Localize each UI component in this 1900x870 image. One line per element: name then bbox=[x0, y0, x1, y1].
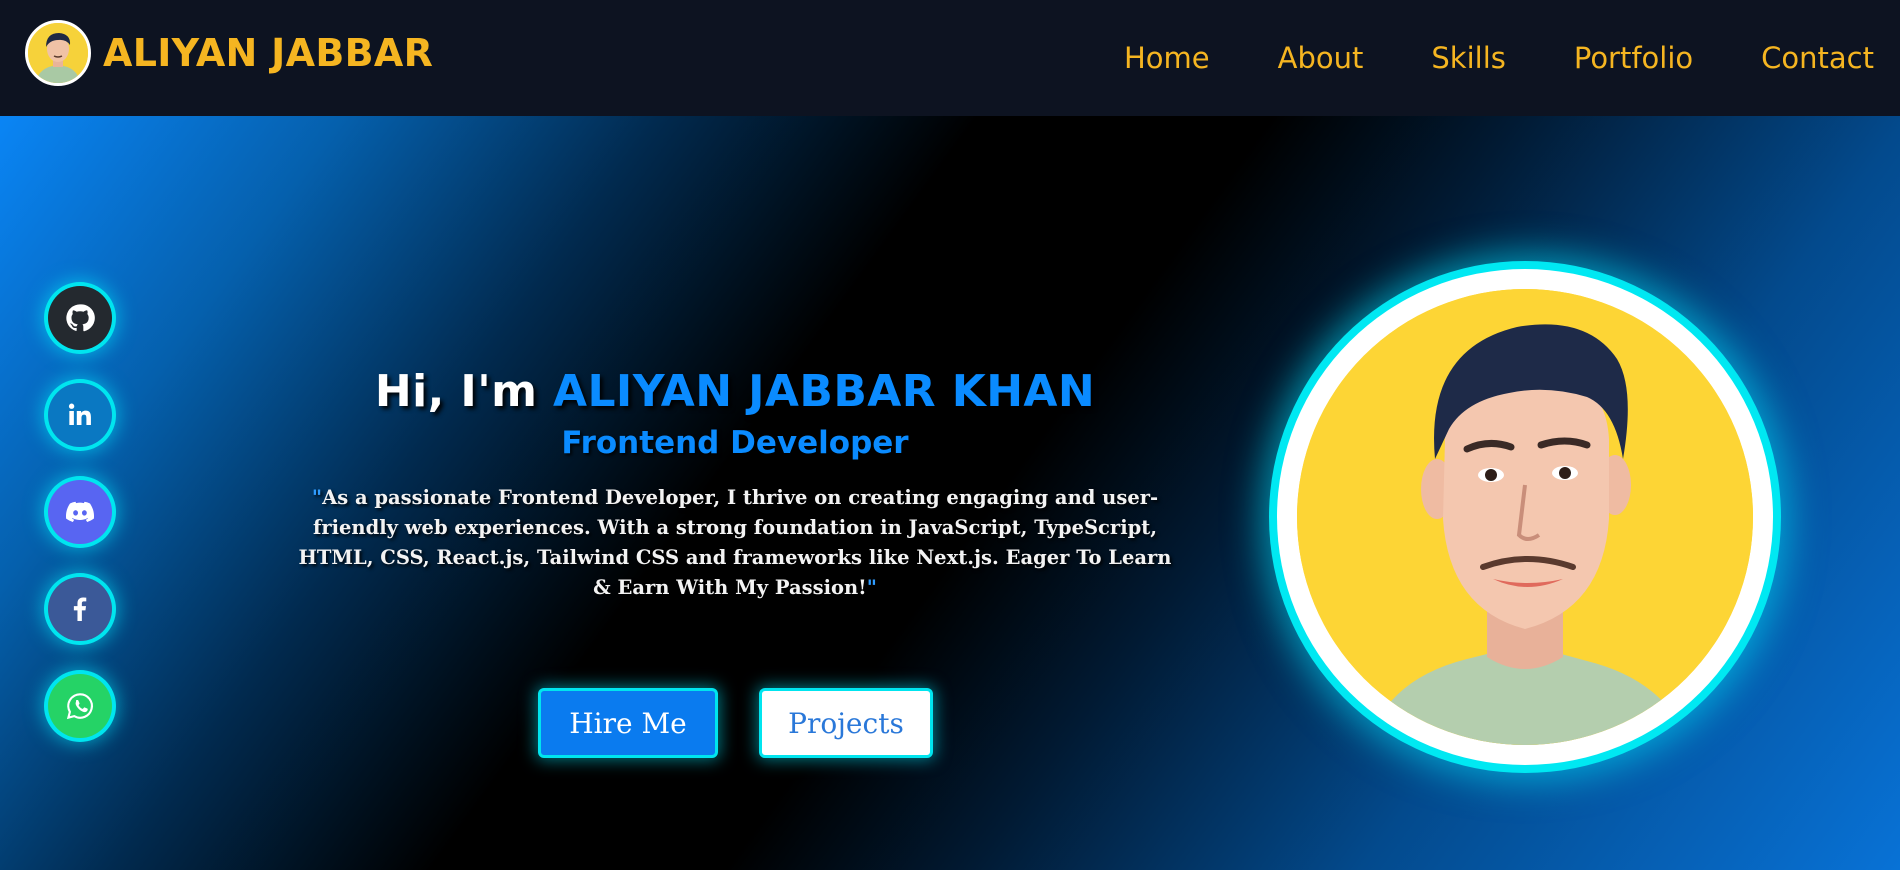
site-header: ALIYAN JABBAR Home About Skills Portfoli… bbox=[0, 0, 1900, 116]
full-name: ALIYAN JABBAR KHAN bbox=[553, 366, 1096, 417]
brand[interactable]: ALIYAN JABBAR bbox=[25, 20, 433, 86]
nav-skills[interactable]: Skills bbox=[1431, 36, 1505, 80]
github-icon bbox=[66, 304, 95, 332]
facebook-icon bbox=[73, 597, 87, 621]
bio-paragraph: "As a passionate Frontend Developer, I t… bbox=[295, 483, 1175, 603]
nav-home[interactable]: Home bbox=[1124, 36, 1210, 80]
brand-name: ALIYAN JABBAR bbox=[103, 31, 434, 75]
hire-me-button[interactable]: Hire Me bbox=[541, 691, 715, 755]
quote-close: " bbox=[866, 576, 877, 599]
github-link[interactable] bbox=[48, 286, 112, 350]
facebook-link[interactable] bbox=[48, 577, 112, 641]
nav-portfolio[interactable]: Portfolio bbox=[1574, 36, 1693, 80]
linkedin-link[interactable] bbox=[48, 383, 112, 447]
greeting-prefix: Hi, I'm bbox=[374, 366, 538, 417]
avatar bbox=[25, 20, 91, 86]
portrait-photo bbox=[1297, 289, 1753, 745]
nav-contact[interactable]: Contact bbox=[1761, 36, 1874, 80]
whatsapp-link[interactable] bbox=[48, 674, 112, 738]
nav-about[interactable]: About bbox=[1278, 36, 1364, 80]
main-nav: Home About Skills Portfolio Contact bbox=[1056, 36, 1874, 80]
discord-link[interactable] bbox=[48, 480, 112, 544]
intro-block: Hi, I'm ALIYAN JABBAR KHAN Frontend Deve… bbox=[290, 366, 1180, 603]
bio-text: As a passionate Frontend Developer, I th… bbox=[298, 486, 1172, 599]
quote-open: " bbox=[311, 486, 323, 509]
portrait-frame bbox=[1277, 269, 1773, 765]
projects-button[interactable]: Projects bbox=[762, 691, 930, 755]
role-title: Frontend Developer bbox=[561, 425, 909, 461]
linkedin-icon bbox=[68, 403, 91, 425]
avatar-image bbox=[28, 23, 88, 83]
whatsapp-icon bbox=[66, 693, 93, 720]
discord-icon bbox=[65, 501, 95, 522]
social-links bbox=[48, 286, 112, 771]
greeting-heading: Hi, I'm ALIYAN JABBAR KHAN bbox=[290, 366, 1180, 417]
portrait-image bbox=[1297, 289, 1753, 745]
hero-section: Hi, I'm ALIYAN JABBAR KHAN Frontend Deve… bbox=[0, 116, 1900, 870]
